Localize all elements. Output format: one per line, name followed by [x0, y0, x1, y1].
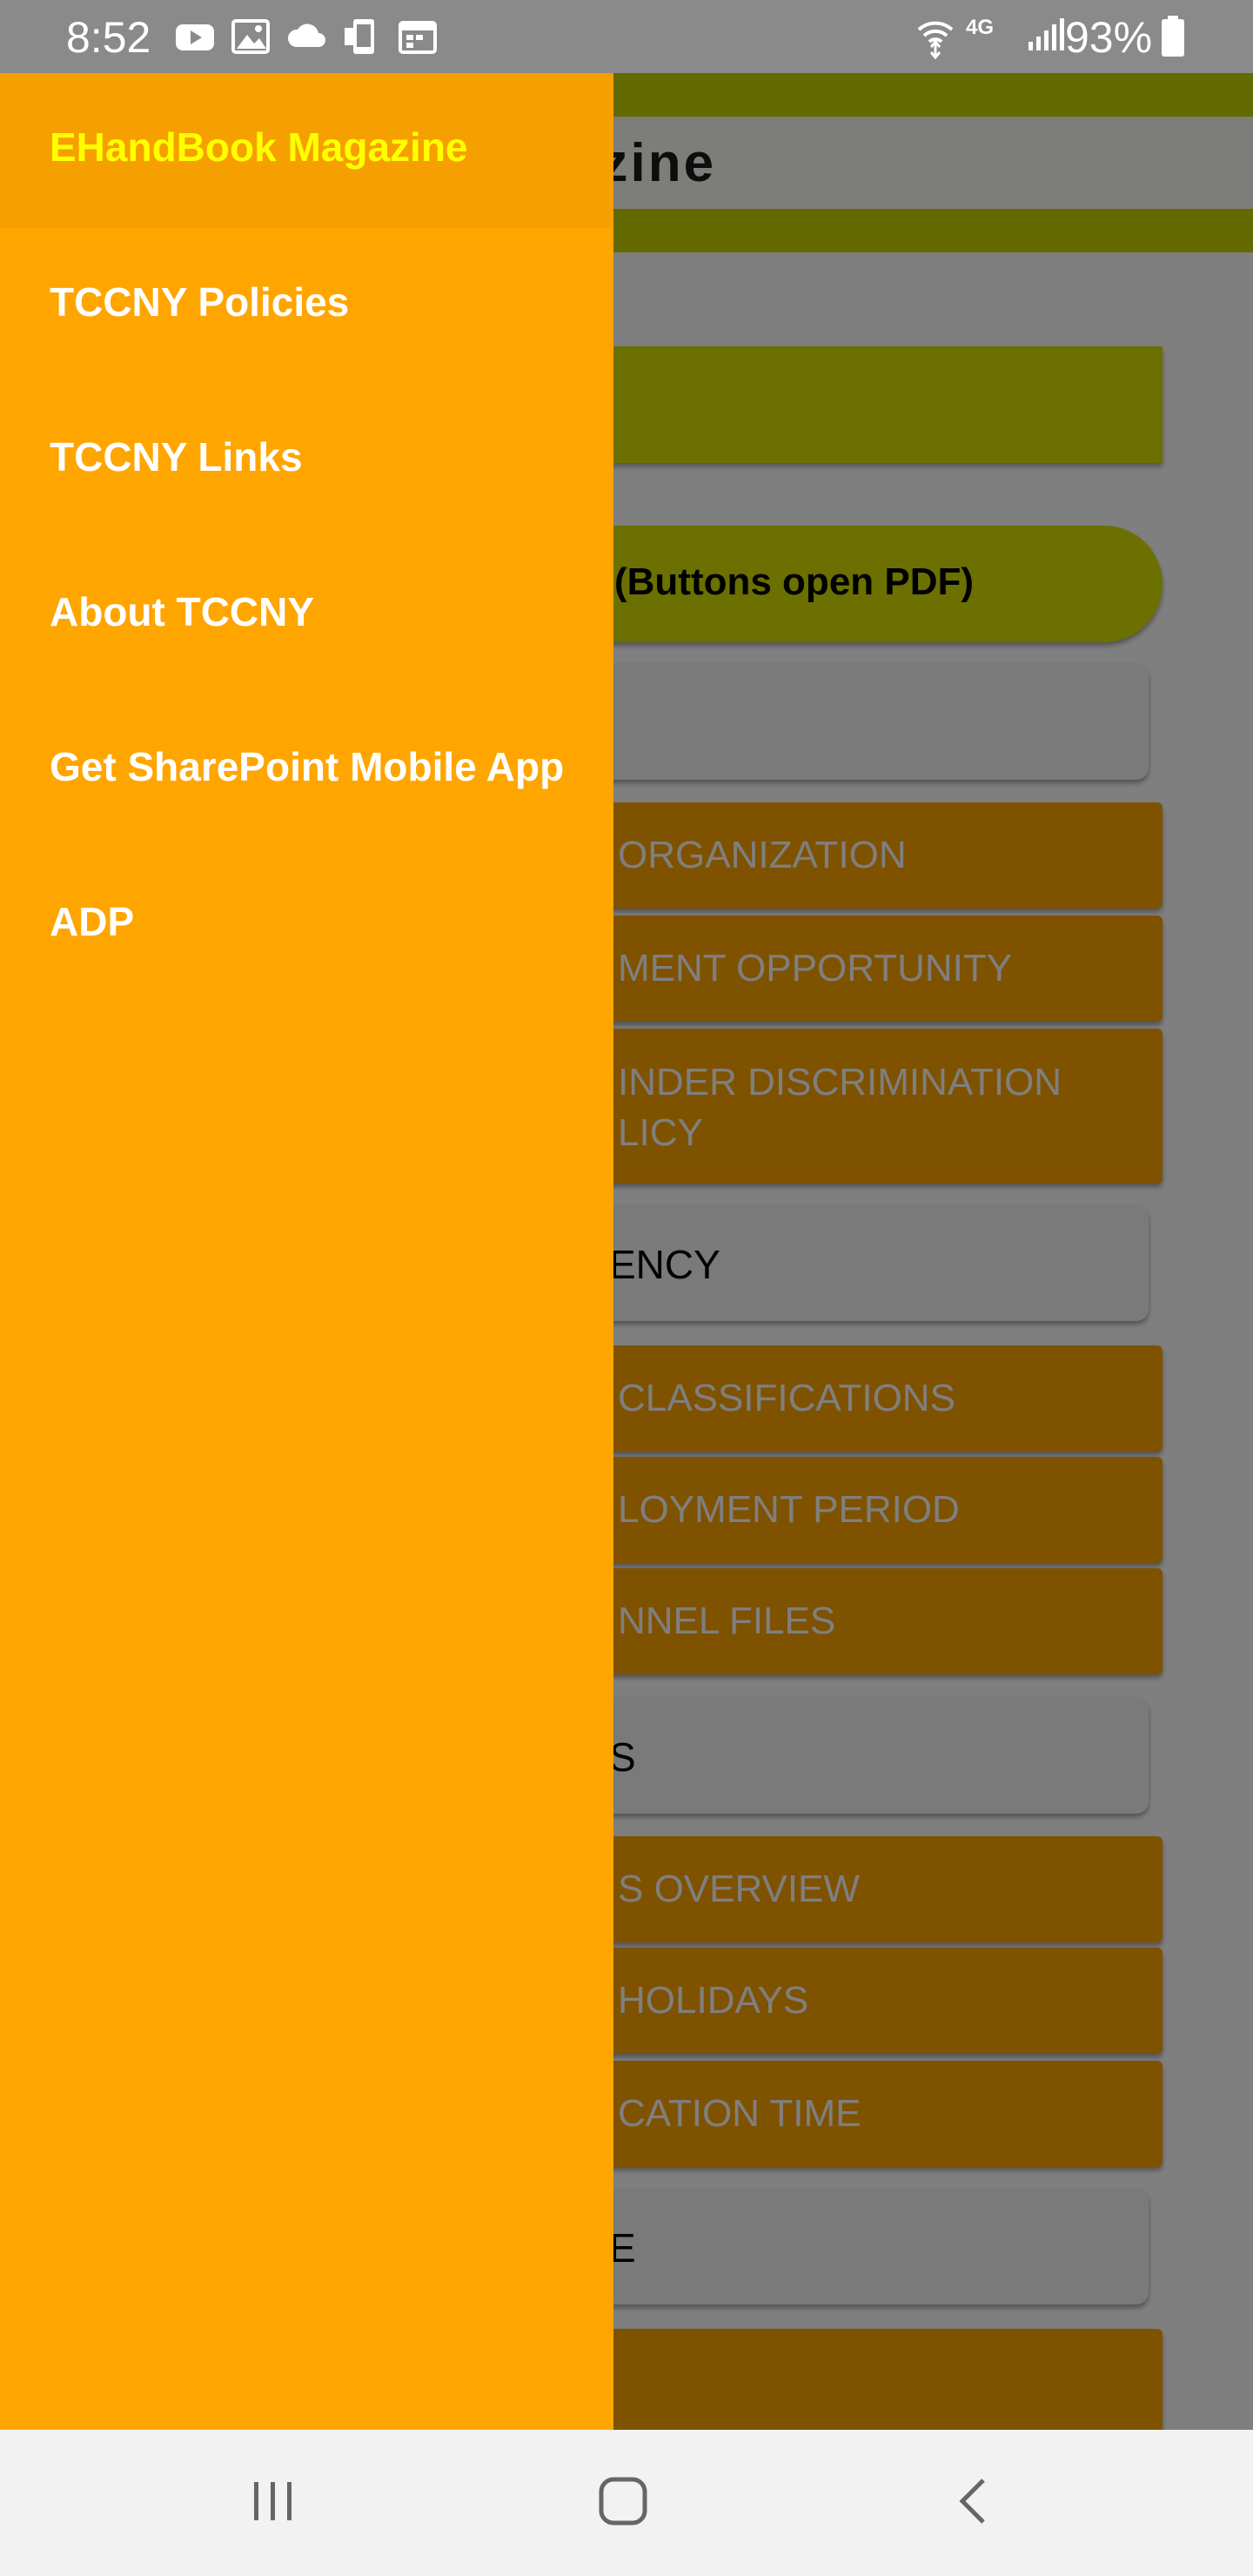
back-icon	[948, 2475, 1001, 2532]
status-bar: 8:52 4G 93%	[0, 0, 1253, 73]
navigation-drawer: EHandBook Magazine TCCNY Policies TCCNY …	[0, 73, 613, 2430]
signal-icon	[1023, 16, 1067, 54]
drawer-item-adp[interactable]: ADP	[0, 848, 613, 1003]
drawer-item-ehandbook-magazine[interactable]: EHandBook Magazine	[0, 73, 613, 228]
cloud-icon	[285, 17, 329, 56]
drawer-item-label: TCCNY Policies	[50, 279, 350, 325]
drawer-item-about-tccny[interactable]: About TCCNY	[0, 538, 613, 693]
drawer-item-label: Get SharePoint Mobile App	[50, 744, 565, 789]
network-type-icon: 4G	[966, 16, 995, 39]
drawer-item-label: TCCNY Links	[50, 434, 303, 480]
status-time: 8:52	[66, 13, 151, 62]
recent-apps-button[interactable]	[230, 2459, 317, 2546]
recent-apps-icon	[247, 2475, 299, 2532]
back-button[interactable]	[931, 2459, 1018, 2546]
drawer-item-label: ADP	[50, 899, 135, 944]
home-icon	[594, 2472, 652, 2534]
device-sync-icon	[341, 17, 385, 56]
system-navigation-bar	[0, 2430, 1253, 2576]
notification-icons	[174, 17, 440, 56]
image-icon	[230, 17, 273, 56]
drawer-item-tccny-links[interactable]: TCCNY Links	[0, 383, 613, 538]
calendar-icon	[397, 17, 440, 56]
youtube-icon	[174, 17, 218, 56]
system-icons: 4G	[914, 16, 1067, 60]
drawer-item-sharepoint-app[interactable]: Get SharePoint Mobile App	[0, 693, 613, 848]
drawer-item-tccny-policies[interactable]: TCCNY Policies	[0, 228, 613, 383]
wifi-calling-icon	[914, 16, 957, 60]
drawer-item-label: EHandBook Magazine	[50, 124, 468, 170]
home-button[interactable]	[580, 2459, 667, 2546]
battery-icon	[1161, 16, 1185, 62]
drawer-item-label: About TCCNY	[50, 589, 315, 634]
battery-percentage: 93%	[1065, 13, 1153, 62]
